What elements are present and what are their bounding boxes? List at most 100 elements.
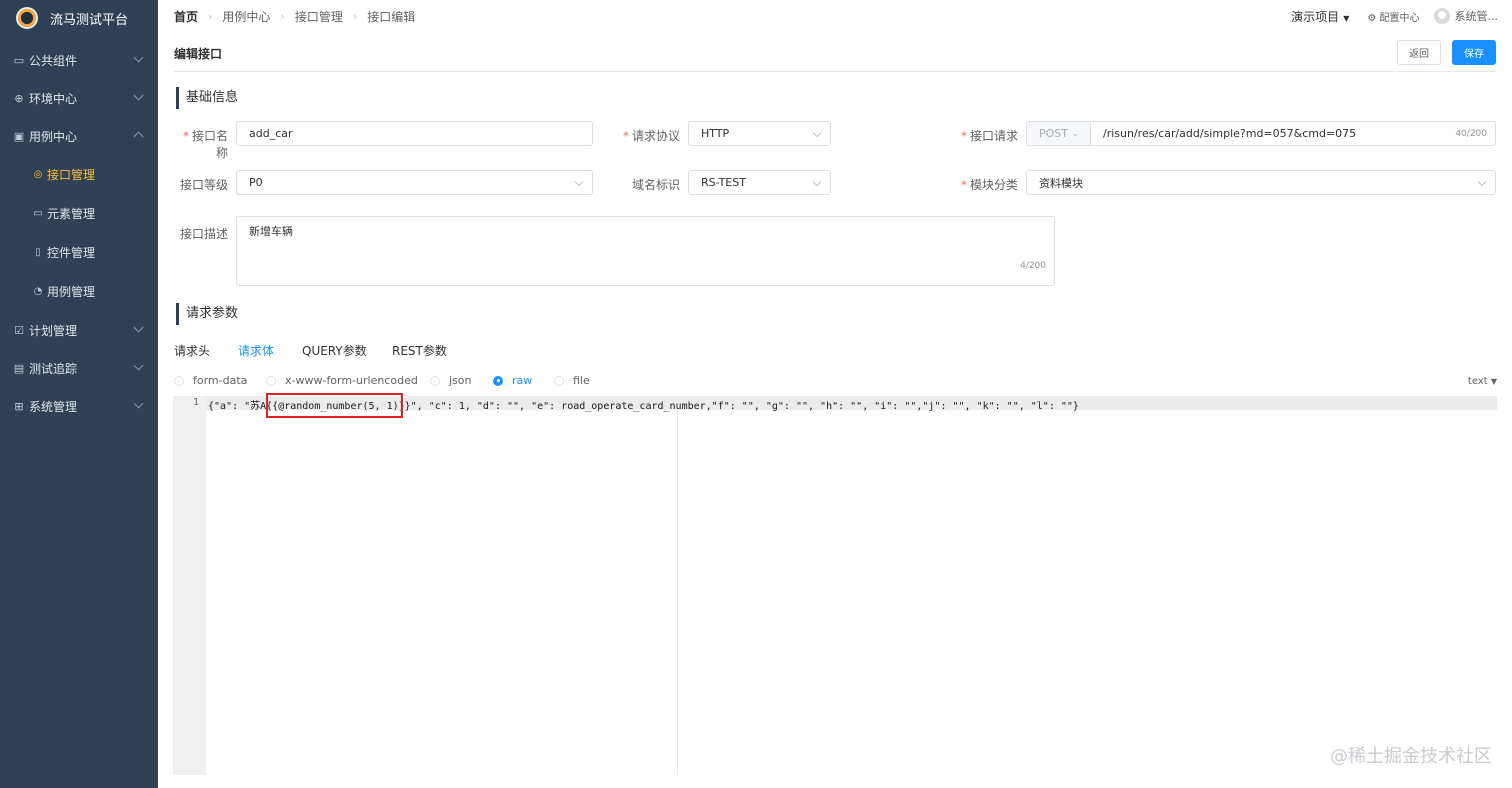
module-select[interactable]: 资料模块 [1026,170,1496,195]
description-label: 接口描述 [179,227,228,241]
tab-body[interactable]: 请求体 [238,342,274,359]
description-textarea[interactable]: 新增车辆 4/200 [236,216,1055,286]
level-select[interactable]: P0 [236,170,593,195]
page-header: 编辑接口 返回 保存 [174,36,1497,72]
body-type-radio-group: form-data x-www-form-urlencoded json raw… [174,374,1497,390]
highlight-box [266,393,403,418]
chevron-down-icon [1477,177,1487,187]
breadcrumb-home[interactable]: 首页 [174,8,198,25]
request-path-input[interactable]: /risun/res/car/add/simple?md=057&cmd=075… [1090,121,1496,146]
header-actions: 演示项目 ▼ ⚙ 配置中心 系统管... [1291,0,1498,32]
chevron-right-icon: › [208,9,213,23]
topbar: 首页 › 用例中心 › 接口管理 › 接口编辑 演示项目 ▼ ⚙ 配置中心 系统管… [158,0,1512,32]
editor-gutter: 1 [173,396,206,775]
breadcrumb-api-edit: 接口编辑 [367,9,416,24]
globe-icon: ⊕ [14,91,24,105]
line-number: 1 [192,397,199,408]
user-name: 系统管... [1454,10,1499,23]
case-management-icon: ◔ [33,286,43,297]
section-title-basic: 基础信息 [176,87,238,109]
sidebar-item-common-components[interactable]: ▭ 公共组件 [0,41,158,79]
brand[interactable]: 流马测试平台 [0,0,158,36]
brand-name: 流马测试平台 [50,12,129,28]
protocol-label: * 请求协议 [622,129,680,143]
chevron-down-icon [812,128,822,138]
level-label: 接口等级 [179,178,228,192]
tab-rest[interactable]: REST参数 [392,342,447,359]
sidebar-subitem-element-management[interactable]: ▭ 元素管理 [0,194,158,233]
sidebar-item-environment[interactable]: ⊕ 环境中心 [0,79,158,117]
sidebar-item-trace[interactable]: ▤ 测试追踪 [0,349,158,387]
chevron-down-icon: ⌄ [1072,129,1079,138]
sidebar-subitem-label: 控件管理 [47,246,96,260]
sidebar-item-label: 用例中心 [29,129,78,144]
sidebar-item-case-center[interactable]: ▣ 用例中心 [0,117,158,155]
radio-file[interactable]: file [554,374,590,387]
module-label: * 模块分类 [960,178,1018,192]
chevron-down-icon [133,398,144,409]
sidebar-subitem-api-management[interactable]: ◎ 接口管理 [0,155,158,194]
print-margin [677,410,678,775]
chevron-down-icon [133,90,144,101]
sidebar-item-plan[interactable]: ☑ 计划管理 [0,311,158,349]
element-icon: ▭ [33,208,43,219]
domain-label: 域名标识 [631,178,680,192]
method-select[interactable]: POST ⌄ [1026,121,1090,146]
config-center-link[interactable]: ⚙ 配置中心 [1367,9,1419,24]
system-icon: ⊞ [14,399,24,413]
sidebar-item-label: 公共组件 [29,53,78,68]
radio-form-data[interactable]: form-data [174,374,247,387]
api-name-label: * 接口名称 [182,129,228,160]
save-button[interactable]: 保存 [1452,40,1496,65]
breadcrumb-case-center[interactable]: 用例中心 [222,8,270,25]
sidebar: 流马测试平台 ▭ 公共组件 ⊕ 环境中心 ▣ 用例中心 ◎ 接口管理 ▭ 元素管… [0,0,158,788]
tab-query[interactable]: QUERY参数 [302,342,367,359]
api-name-input[interactable]: add_car [236,121,593,146]
domain-select[interactable]: RS-TEST [688,170,831,195]
param-tabs: 请求头 请求体 QUERY参数 REST参数 [174,338,1497,362]
avatar [1433,8,1450,24]
sidebar-subitem-label: 元素管理 [47,207,96,221]
path-char-counter: 40/200 [1455,128,1487,139]
chevron-down-icon [133,52,144,63]
sidebar-item-system[interactable]: ⊞ 系统管理 [0,387,158,425]
code-editor[interactable]: 1 {"a": "苏A{{@random_number(5, 1)}}", "c… [173,396,1497,775]
description-char-counter: 4/200 [1020,261,1046,271]
request-label: * 接口请求 [960,129,1018,143]
chevron-down-icon [133,322,144,333]
caret-down-icon: ▼ [1343,13,1350,23]
project-selector[interactable]: 演示项目 ▼ [1291,8,1349,25]
chevron-right-icon: › [352,9,358,23]
radio-raw[interactable]: raw [493,374,532,387]
config-center-label: 配置中心 [1379,12,1420,24]
editor-mode-select[interactable]: text ▼ [1468,376,1497,387]
sidebar-subitem-label: 用例管理 [47,285,96,299]
radio-json[interactable]: json [430,374,472,387]
caret-down-icon: ▼ [1490,377,1497,386]
trace-icon: ▤ [13,361,25,375]
control-icon: ▯ [35,247,41,258]
plan-icon: ☑ [14,323,24,337]
sidebar-subitem-control-management[interactable]: ▯ 控件管理 [0,233,158,272]
breadcrumb-api-management[interactable]: 接口管理 [295,8,343,25]
protocol-select[interactable]: HTTP [688,121,831,146]
logo-icon [16,7,38,29]
watermark: @稀土掘金技术社区 [1330,746,1492,767]
chevron-down-icon [812,177,822,187]
compass-icon: ◎ [33,169,43,180]
sidebar-subitem-case-management[interactable]: ◔ 用例管理 [0,272,158,311]
chevron-down-icon [574,177,584,187]
sidebar-subitem-label: 接口管理 [47,168,96,182]
user-menu[interactable]: 系统管... [1433,8,1499,24]
chevron-up-icon [133,131,144,142]
sidebar-item-label: 计划管理 [29,323,78,338]
chevron-down-icon [133,360,144,371]
case-icon: ▣ [13,129,25,143]
back-button[interactable]: 返回 [1397,40,1441,65]
page-title: 编辑接口 [174,47,223,61]
chevron-right-icon: › [280,9,285,23]
radio-urlencoded[interactable]: x-www-form-urlencoded [266,374,418,387]
sidebar-item-label: 环境中心 [29,91,78,106]
tab-headers[interactable]: 请求头 [174,342,210,359]
section-title-params: 请求参数 [176,303,238,325]
